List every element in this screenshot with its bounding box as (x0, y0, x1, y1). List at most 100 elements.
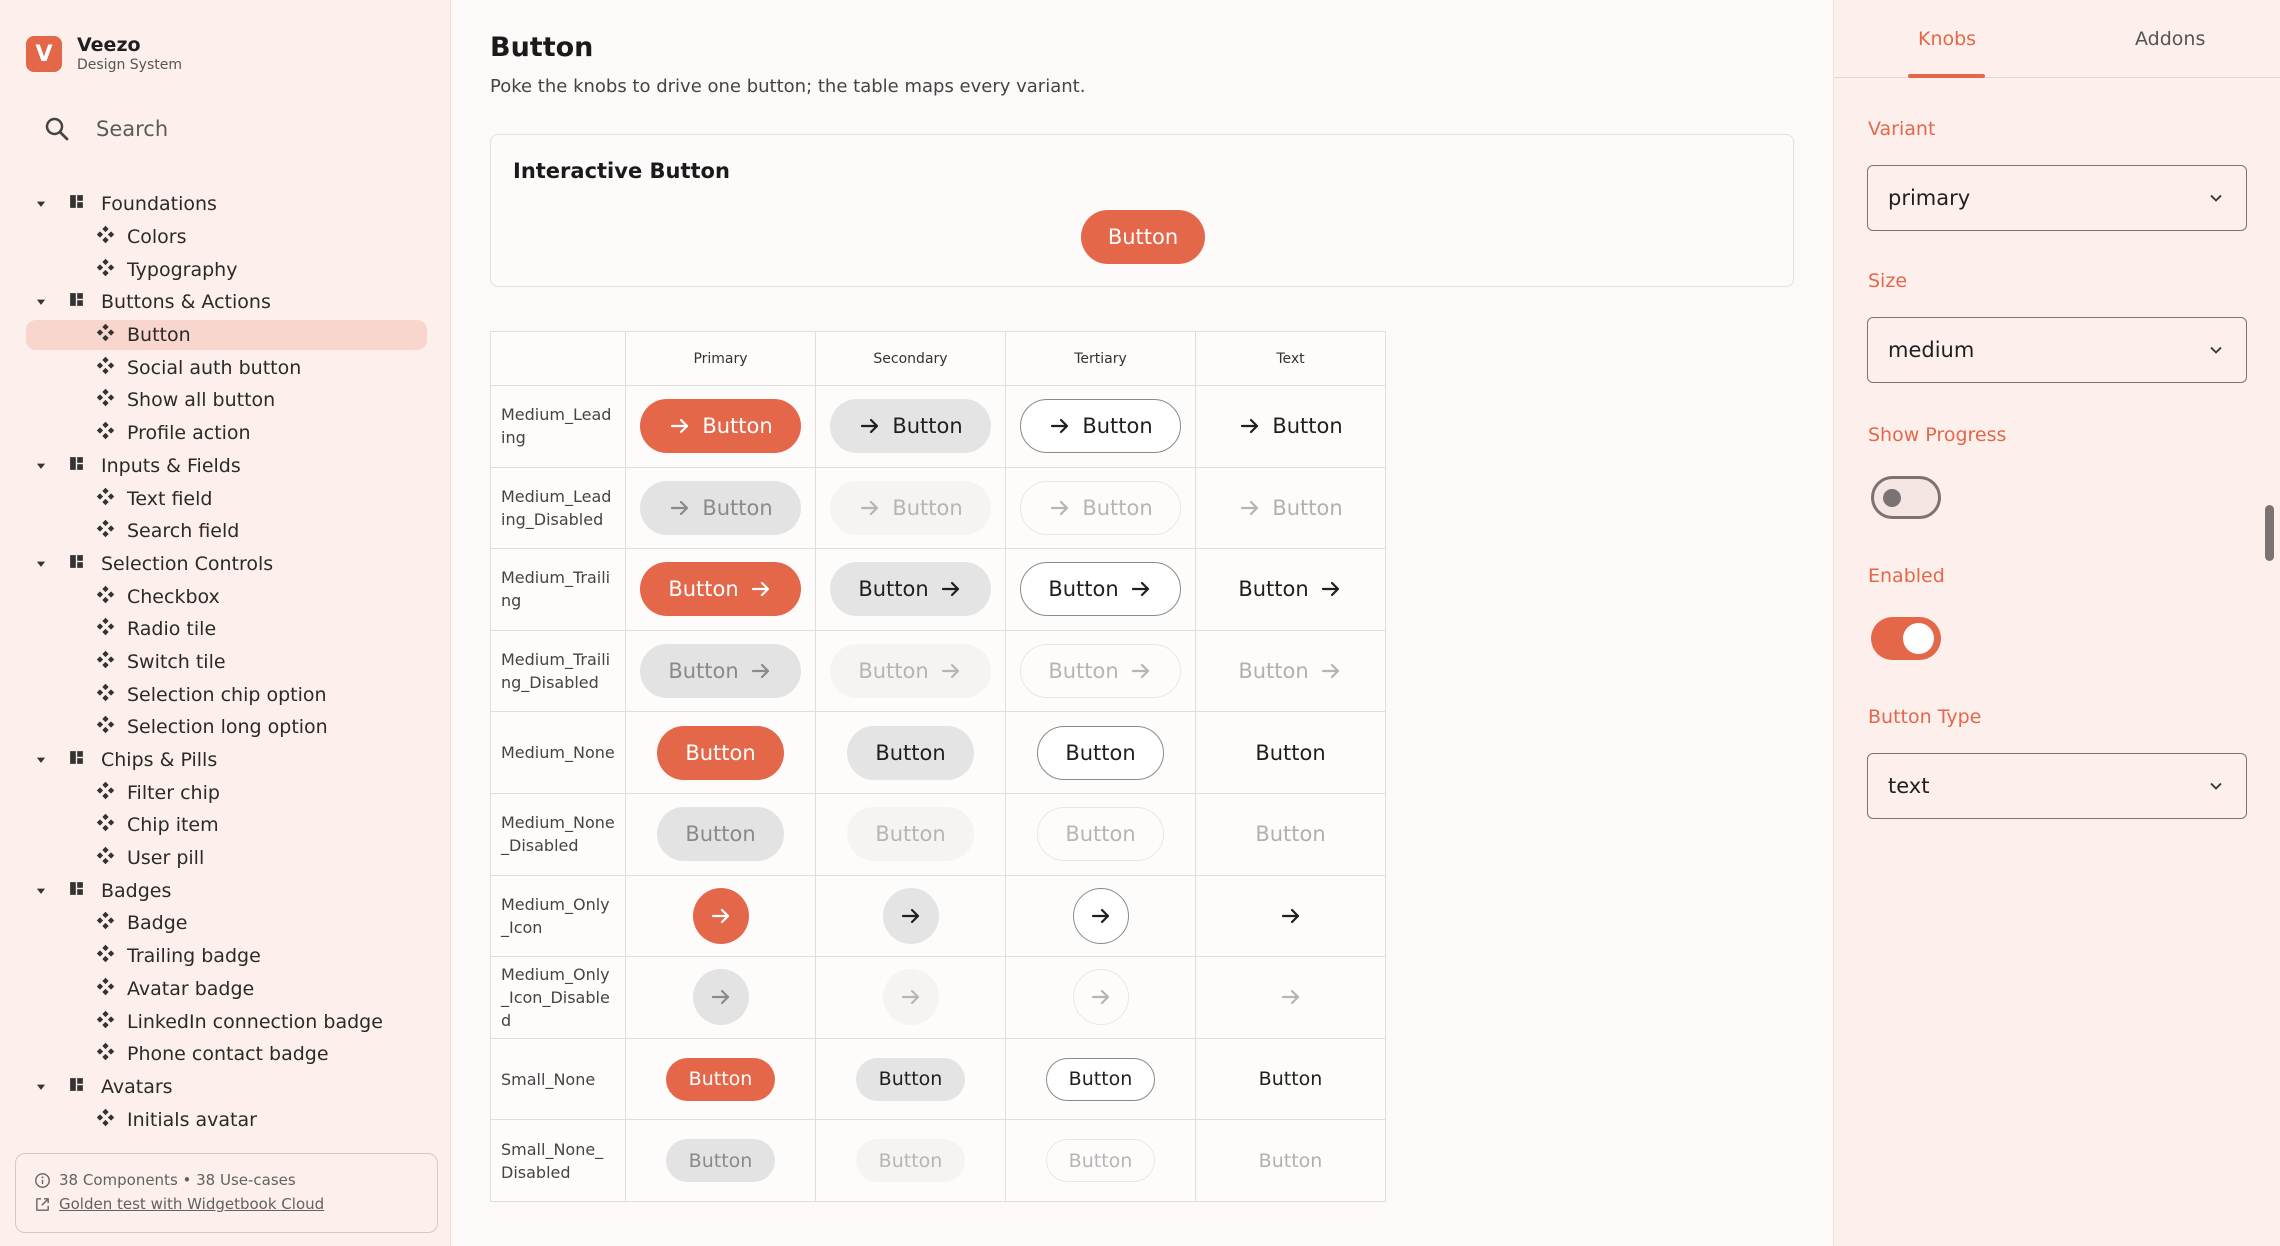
sidebar-item-linkedin-connection-badge[interactable]: LinkedIn connection badge (0, 1005, 451, 1038)
secondary-button[interactable]: Button (830, 562, 991, 617)
sidebar-group-label: Inputs & Fields (101, 454, 241, 477)
variant-cell-content: Button (626, 644, 815, 699)
text-button[interactable]: Button (1227, 726, 1353, 780)
caret-down-icon[interactable] (34, 295, 48, 309)
size-select[interactable]: medium (1867, 317, 2247, 383)
variant-cell (1195, 874, 1386, 958)
tertiary-button[interactable]: Button (1020, 399, 1181, 454)
variant-row: Medium_None Button Button Button Button (490, 711, 1386, 794)
panel-scrollbar[interactable] (2265, 505, 2274, 561)
variant-cell: Button (1195, 466, 1386, 550)
variant-cell-content: Button (1006, 725, 1195, 780)
caret-down-icon[interactable] (34, 884, 48, 898)
variant-cell-content: Button (626, 562, 815, 617)
sidebar-item-typography[interactable]: Typography (0, 253, 451, 286)
sidebar-item-badge[interactable]: Badge (0, 907, 451, 940)
variant-cell-content: Button (626, 1057, 815, 1101)
caret-down-icon[interactable] (34, 753, 48, 767)
caret-down-icon[interactable] (34, 557, 48, 571)
tertiary-button[interactable]: Button (1037, 725, 1164, 780)
button-label: Button (1068, 1149, 1133, 1172)
sidebar-item-text-field[interactable]: Text field (0, 482, 451, 515)
sidebar-item-switch-tile[interactable]: Switch tile (0, 646, 451, 679)
button-label: Button (702, 495, 773, 520)
secondary-button[interactable] (882, 887, 939, 944)
button-label: Button (878, 1068, 943, 1091)
sidebar-item-label: LinkedIn connection badge (127, 1010, 383, 1033)
sidebar-item-selection-long-option[interactable]: Selection long option (0, 711, 451, 744)
sidebar-group-chips-pills[interactable]: Chips & Pills (0, 744, 451, 777)
primary-button[interactable]: Button (665, 1057, 776, 1101)
sidebar-item-label: Phone contact badge (127, 1043, 329, 1066)
primary-button[interactable]: Button (640, 399, 801, 454)
caret-down-icon[interactable] (34, 459, 48, 473)
sidebar-item-trailing-badge[interactable]: Trailing badge (0, 940, 451, 973)
sidebar-item-chip-item[interactable]: Chip item (0, 809, 451, 842)
brand-logo: V (26, 36, 62, 72)
sidebar-group-selection-controls[interactable]: Selection Controls (0, 548, 451, 581)
primary-button[interactable]: Button (640, 562, 801, 617)
secondary-button[interactable]: Button (855, 1057, 966, 1101)
variant-row: Small_None_Disabled Button Button Button But… (490, 1119, 1386, 1202)
variant-cell: Button (625, 711, 816, 794)
text-button[interactable]: Button (1210, 399, 1370, 453)
tertiary-button[interactable] (1072, 887, 1129, 944)
sidebar-item-label: Typography (127, 258, 238, 281)
text-button[interactable] (1263, 888, 1319, 944)
component-diamond-icon (96, 421, 115, 445)
footer-link-row[interactable]: Golden test with Widgetbook Cloud (34, 1192, 419, 1216)
button-label: Button (1272, 414, 1343, 439)
golden-test-link[interactable]: Golden test with Widgetbook Cloud (59, 1192, 324, 1216)
component-diamond-icon (96, 715, 115, 739)
sidebar-item-avatar-badge[interactable]: Avatar badge (0, 973, 451, 1006)
sidebar-item-colors[interactable]: Colors (0, 221, 451, 254)
variant-cell-content (1196, 888, 1385, 944)
variant-row: Medium_Trailing_Disabled Button Button Butt… (490, 629, 1386, 713)
variant-row-label: Medium_Only_Icon_Disabled (490, 956, 626, 1039)
sidebar-item-profile-action[interactable]: Profile action (0, 417, 451, 450)
sidebar-item-button[interactable]: Button (0, 319, 451, 352)
tertiary-button[interactable]: Button (1020, 562, 1181, 617)
sidebar-item-initials-avatar[interactable]: Initials avatar (0, 1103, 451, 1136)
primary-button[interactable] (692, 887, 749, 944)
primary-button[interactable]: Button (657, 725, 784, 780)
arrow-right-icon (1131, 582, 1149, 597)
caret-down-icon[interactable] (34, 1080, 48, 1094)
tertiary-button[interactable]: Button (1045, 1057, 1156, 1101)
button-type-select[interactable]: text (1867, 753, 2247, 819)
footer-stats: 38 Components • 38 Use-cases (34, 1168, 419, 1192)
sidebar-item-user-pill[interactable]: User pill (0, 842, 451, 875)
secondary-button[interactable]: Button (847, 725, 974, 780)
sidebar-group-badges[interactable]: Badges (0, 874, 451, 907)
sidebar-item-search-field[interactable]: Search field (0, 515, 451, 548)
variant-select[interactable]: primary (1867, 165, 2247, 231)
sidebar-item-checkbox[interactable]: Checkbox (0, 580, 451, 613)
brand[interactable]: V Veezo Design System (26, 34, 182, 74)
variant-cell: Button (1195, 1037, 1386, 1121)
sidebar-item-show-all-button[interactable]: Show all button (0, 384, 451, 417)
component-diamond-icon (96, 781, 115, 805)
enabled-toggle[interactable] (1871, 617, 1941, 660)
text-button[interactable]: Button (1236, 1058, 1346, 1101)
show-progress-toggle[interactable] (1871, 476, 1941, 519)
column-header-secondary: Secondary (815, 331, 1006, 386)
sidebar-item-radio-tile[interactable]: Radio tile (0, 613, 451, 646)
variant-cell: Button (815, 466, 1006, 550)
sidebar-group-avatars[interactable]: Avatars (0, 1071, 451, 1104)
variant-row-label: Medium_None_Disabled (490, 792, 626, 876)
caret-down-icon[interactable] (34, 197, 48, 211)
button-type-select-value: text (1888, 774, 1930, 798)
search-input[interactable]: Search (42, 114, 168, 144)
sidebar-item-social-auth-button[interactable]: Social auth button (0, 351, 451, 384)
sidebar-item-phone-contact-badge[interactable]: Phone contact badge (0, 1038, 451, 1071)
text-button[interactable]: Button (1210, 562, 1370, 616)
sidebar-group-buttons-actions[interactable]: Buttons & Actions (0, 286, 451, 319)
sidebar-item-filter-chip[interactable]: Filter chip (0, 776, 451, 809)
secondary-button[interactable]: Button (830, 399, 991, 454)
tab-addons[interactable]: Addons (2135, 28, 2205, 50)
tab-knobs[interactable]: Knobs (1918, 28, 1976, 50)
sidebar-group-inputs-fields[interactable]: Inputs & Fields (0, 450, 451, 483)
interactive-button[interactable]: Button (1081, 210, 1205, 264)
sidebar-group-foundations[interactable]: Foundations (0, 188, 451, 221)
sidebar-item-selection-chip-option[interactable]: Selection chip option (0, 678, 451, 711)
